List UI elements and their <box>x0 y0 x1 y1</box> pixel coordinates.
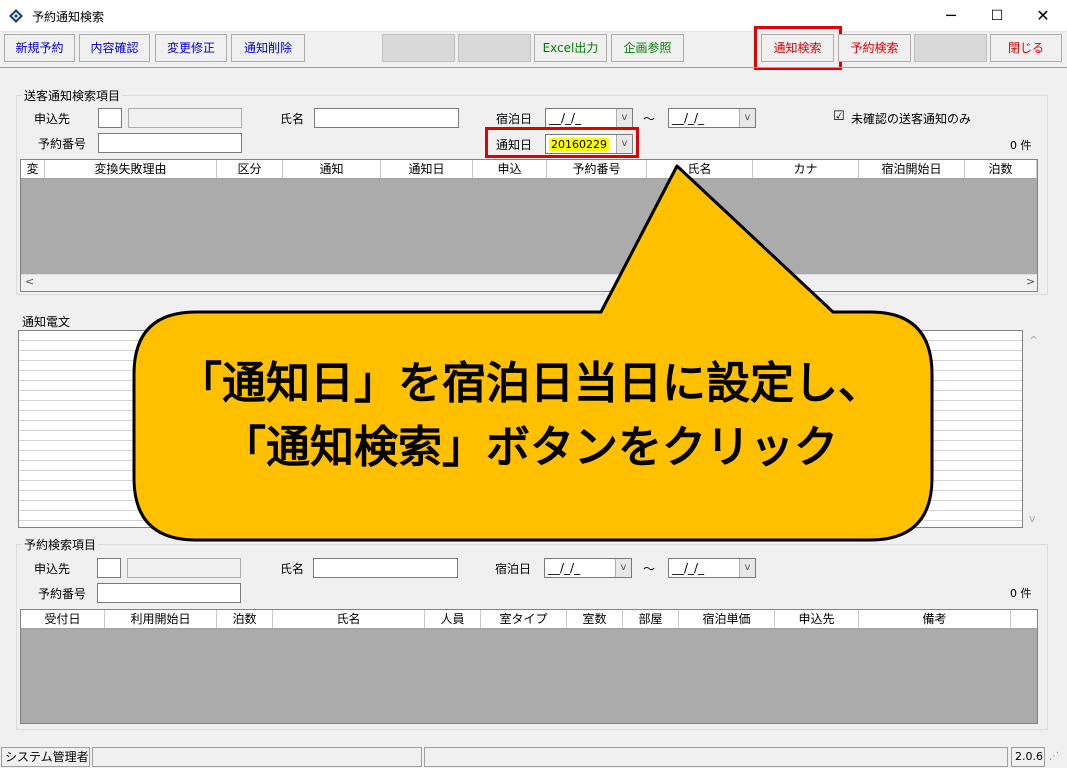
callout-line-2: 「通知検索」ボタンをクリック <box>222 422 838 473</box>
callout-text: 「通知日」を宿泊日当日に設定し、 「通知検索」ボタンをクリック <box>140 352 920 480</box>
callout-line-1: 「通知日」を宿泊日当日に設定し、 <box>178 358 882 409</box>
